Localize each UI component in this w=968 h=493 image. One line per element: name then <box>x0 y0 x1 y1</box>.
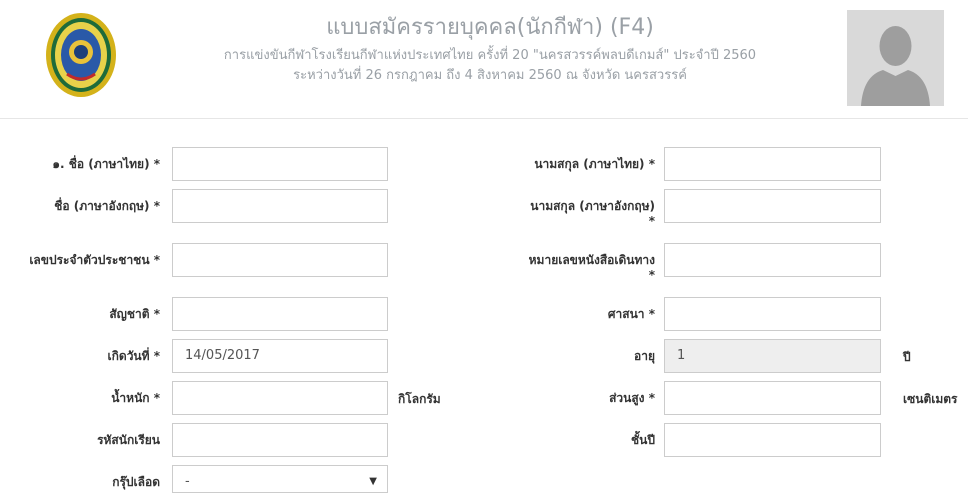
last-name-th-label: นามสกุล (ภาษาไทย) * <box>534 157 655 171</box>
last-name-th-input[interactable] <box>664 147 881 181</box>
last-name-en-required-mark: * <box>648 214 655 228</box>
page-subtitle: การแข่งขันกีฬาโรงเรียนกีฬาแห่งประเทศไทย … <box>223 48 757 63</box>
form-header: แบบสมัครรายบุคคล(นักกีฬา) (F4) การแข่งขั… <box>0 0 968 118</box>
birthdate-label: เกิดวันที่ * <box>107 349 160 363</box>
first-name-th-input[interactable] <box>172 147 388 181</box>
person-silhouette-icon <box>847 10 944 106</box>
passport-label: หมายเลขหนังสือเดินทาง <box>528 253 655 267</box>
religion-input[interactable] <box>664 297 881 331</box>
weight-label: น้ำหนัก * <box>111 391 160 405</box>
weight-unit: กิโลกรัม <box>398 392 441 406</box>
grade-label: ชั้นปี <box>631 433 655 447</box>
nationality-label: สัญชาติ * <box>109 307 160 321</box>
header-divider <box>0 118 968 119</box>
passport-input[interactable] <box>664 243 881 277</box>
weight-input[interactable] <box>172 381 388 415</box>
school-sports-logo <box>45 12 117 98</box>
last-name-en-label: นามสกุล (ภาษาอังกฤษ) <box>530 199 655 213</box>
height-label: ส่วนสูง * <box>609 391 655 405</box>
height-unit: เซนติเมตร <box>903 392 958 406</box>
page-subtitle-dates: ระหว่างวันที่ 26 กรกฎาคม ถึง 4 สิงหาคม 2… <box>293 68 687 83</box>
profile-photo-placeholder[interactable] <box>847 10 944 106</box>
birthdate-input[interactable]: 14/05/2017 <box>172 339 388 373</box>
first-name-en-label: ชื่อ (ภาษาอังกฤษ) * <box>54 199 160 213</box>
header-titles: แบบสมัครรายบุคคล(นักกีฬา) (F4) การแข่งขั… <box>140 14 840 86</box>
first-name-en-input[interactable] <box>172 189 388 223</box>
nationality-input[interactable] <box>172 297 388 331</box>
height-input[interactable] <box>664 381 881 415</box>
blood-group-selected-value: - <box>185 474 190 489</box>
chevron-down-icon: ▼ <box>369 476 377 487</box>
national-id-input[interactable] <box>172 243 388 277</box>
grade-input[interactable] <box>664 423 881 457</box>
age-label: อายุ <box>634 349 655 363</box>
religion-label: ศาสนา * <box>607 307 655 321</box>
age-unit: ปี <box>903 350 911 364</box>
page-title: แบบสมัครรายบุคคล(นักกีฬา) (F4) <box>326 15 654 40</box>
last-name-en-input[interactable] <box>664 189 881 223</box>
student-id-input[interactable] <box>172 423 388 457</box>
passport-required-mark: * <box>648 268 655 282</box>
national-id-label: เลขประจำตัวประชาชน * <box>29 253 160 267</box>
blood-group-label: กรุ๊ปเลือด <box>112 475 160 489</box>
blood-group-select[interactable]: - ▼ <box>172 465 388 493</box>
student-id-label: รหัสนักเรียน <box>97 433 160 447</box>
age-input: 1 <box>664 339 881 373</box>
first-name-th-label: ๑. ชื่อ (ภาษาไทย) * <box>52 157 160 171</box>
